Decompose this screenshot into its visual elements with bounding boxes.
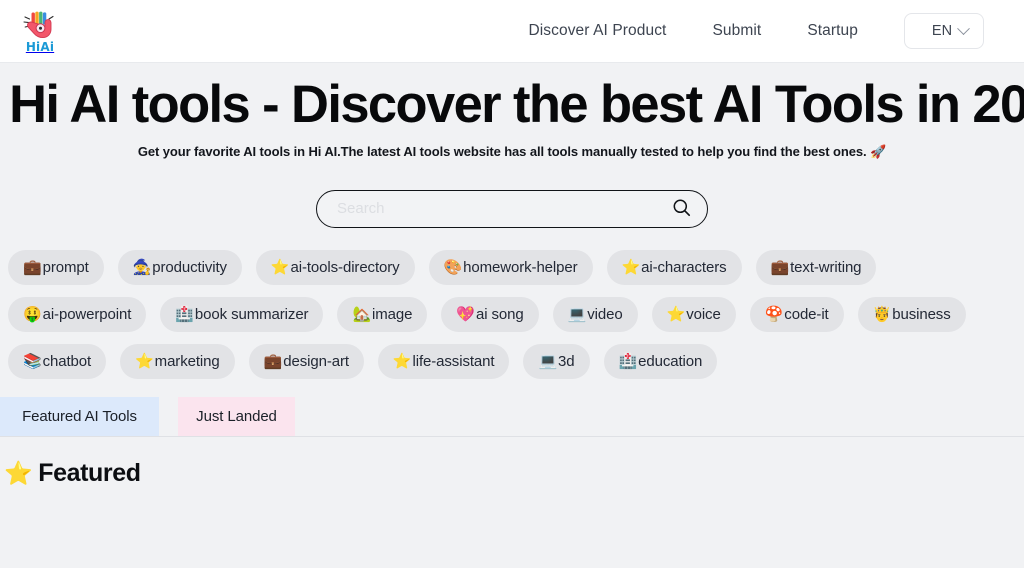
tab-spacer	[159, 397, 178, 437]
main-nav: Discover AI Product Submit Startup EN	[528, 13, 984, 49]
tag-label: ai-characters	[641, 258, 727, 276]
tab-label: Just Landed	[196, 408, 277, 426]
tag-video[interactable]: 💻 video	[552, 296, 638, 332]
search-button[interactable]	[669, 197, 693, 221]
tag-3d[interactable]: 💻 3d	[523, 343, 590, 379]
tag-label: code-it	[784, 305, 829, 323]
star-icon: ⭐	[666, 305, 686, 324]
money-mouth-face-icon: 🤑	[23, 305, 42, 324]
tag-design-art[interactable]: 💼 design-art	[248, 343, 364, 379]
tag-label: productivity	[152, 258, 227, 276]
nav-item-submit[interactable]: Submit	[712, 14, 761, 48]
tag-label: ai song	[475, 305, 524, 323]
briefcase-icon: 💼	[23, 258, 42, 277]
tag-ai-powerpoint[interactable]: 🤑 ai-powerpoint	[8, 296, 147, 332]
tag-label: education	[638, 352, 703, 370]
star-icon: ⭐	[4, 460, 33, 487]
page-subtitle: Get your favorite AI tools in Hi AI.The …	[137, 143, 887, 159]
books-icon: 📚	[23, 352, 42, 371]
page-title: Hi AI tools - Discover the best AI Tools…	[9, 75, 1024, 134]
search-input[interactable]	[335, 199, 669, 219]
tag-label: text-writing	[790, 258, 862, 276]
tag-label: voice	[686, 305, 721, 323]
tag-row-1: 💼 prompt 🧙 productivity ⭐ ai-tools-director…	[0, 249, 1024, 285]
tag-image[interactable]: 🏡 image	[337, 296, 428, 332]
search-box[interactable]	[316, 189, 708, 228]
tag-row-3: 📚 chatbot ⭐ marketing 💼 design-art ⭐ life-as…	[0, 343, 1024, 379]
tag-ai-characters[interactable]: ⭐ ai-characters	[606, 249, 742, 285]
search-section	[0, 189, 1024, 228]
tag-ai-song[interactable]: 💖 ai song	[441, 296, 539, 332]
tag-label: homework-helper	[463, 258, 578, 276]
tag-productivity[interactable]: 🧙 productivity	[117, 249, 242, 285]
site-header: HiAi Discover AI Product Submit Startup …	[0, 0, 1024, 63]
tag-education[interactable]: 🏥 education	[603, 343, 718, 379]
tag-label: life-assistant	[412, 352, 495, 370]
tabs-divider	[0, 435, 1024, 437]
laptop-icon: 💻	[538, 352, 558, 371]
star-icon: ⭐	[270, 258, 290, 277]
search-icon	[672, 198, 691, 220]
featured-section: ⭐ Featured	[0, 437, 1024, 488]
tag-label: ai-tools-directory	[290, 258, 400, 276]
tag-row-2: 🤑 ai-powerpoint 🏥 book summarizer 🏡 image 💖…	[0, 296, 1024, 332]
hospital-icon: 🏥	[175, 305, 194, 324]
tag-life-assistant[interactable]: ⭐ life-assistant	[377, 343, 510, 379]
nav-item-startup[interactable]: Startup	[807, 14, 858, 48]
briefcase-icon: 💼	[263, 352, 283, 371]
sparkling-heart-icon: 💖	[456, 305, 475, 324]
tag-homework-helper[interactable]: 🎨 homework-helper	[428, 249, 593, 285]
mage-icon: 🧙	[132, 258, 152, 277]
house-with-garden-icon: 🏡	[352, 305, 372, 324]
language-selector[interactable]: EN	[904, 13, 984, 49]
star-icon: ⭐	[621, 258, 641, 277]
tag-label: book summarizer	[194, 305, 309, 323]
chevron-down-icon	[957, 21, 970, 35]
star-icon: ⭐	[392, 352, 412, 371]
star-icon: ⭐	[135, 352, 154, 371]
tag-label: video	[587, 305, 623, 323]
tag-ai-tools-directory[interactable]: ⭐ ai-tools-directory	[255, 249, 415, 285]
language-label: EN	[931, 23, 953, 39]
waving-hand-logo-icon: HiAi	[18, 6, 62, 56]
tag-book-summarizer[interactable]: 🏥 book summarizer	[160, 296, 324, 332]
tag-text-writing[interactable]: 💼 text-writing	[755, 249, 877, 285]
tab-just-landed[interactable]: Just Landed	[178, 396, 295, 437]
tab-list: Featured AI Tools Just Landed	[0, 396, 1024, 437]
laptop-icon: 💻	[567, 305, 587, 324]
tag-marketing[interactable]: ⭐ marketing	[120, 343, 235, 379]
tabs-bar: Featured AI Tools Just Landed	[0, 396, 1024, 437]
tag-business[interactable]: 🤴 business	[857, 296, 966, 332]
tag-label: image	[372, 305, 413, 323]
palette-icon: 🎨	[443, 258, 463, 277]
logo-link[interactable]: HiAi	[18, 6, 62, 56]
hero-section: Hi AI tools - Discover the best AI Tools…	[0, 63, 1024, 160]
featured-heading: ⭐ Featured	[4, 459, 1024, 488]
featured-heading-label: Featured	[38, 458, 141, 487]
tag-label: business	[892, 305, 951, 323]
hospital-icon: 🏥	[618, 352, 638, 371]
tag-code-it[interactable]: 🍄 code-it	[749, 296, 844, 332]
tag-label: marketing	[154, 352, 220, 370]
prince-icon: 🤴	[872, 305, 892, 324]
tag-label: prompt	[42, 258, 89, 276]
tag-label: chatbot	[42, 352, 92, 370]
tag-voice[interactable]: ⭐ voice	[651, 296, 736, 332]
mushroom-icon: 🍄	[764, 305, 784, 324]
tag-label: ai-powerpoint	[42, 305, 132, 323]
category-tags: 💼 prompt 🧙 productivity ⭐ ai-tools-director…	[0, 228, 1024, 379]
tag-label: design-art	[283, 352, 349, 370]
tab-label: Featured AI Tools	[22, 408, 137, 426]
briefcase-icon: 💼	[770, 258, 790, 277]
tag-chatbot[interactable]: 📚 chatbot	[8, 343, 107, 379]
tag-label: 3d	[558, 352, 575, 370]
tab-featured-ai-tools[interactable]: Featured AI Tools	[0, 396, 159, 437]
tag-prompt[interactable]: 💼 prompt	[8, 249, 104, 285]
nav-item-discover-ai-product[interactable]: Discover AI Product	[528, 14, 666, 48]
